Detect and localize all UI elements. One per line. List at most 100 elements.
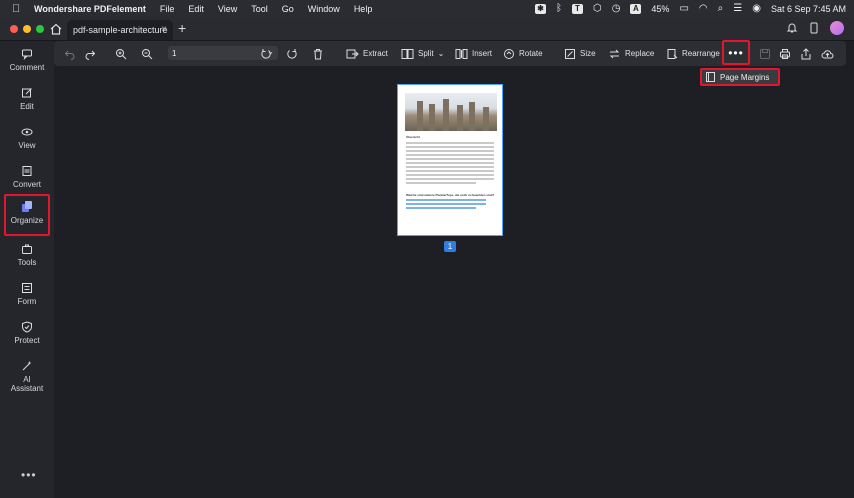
cloud-upload-button[interactable] [821,41,834,66]
rotate-left-button[interactable] [260,41,272,66]
left-sidebar: Comment Edit View Convert Organize Tools… [0,41,54,498]
menu-file[interactable]: File [160,4,175,14]
tab-close-icon[interactable]: × [161,24,167,35]
replace-icon [609,49,620,58]
new-tab-button[interactable]: + [178,20,186,36]
menu-view[interactable]: View [218,4,237,14]
sidebar-item-view[interactable]: View [4,126,50,162]
device-icon[interactable] [808,22,820,34]
sidebar-item-comment[interactable]: Comment [4,48,50,84]
extract-button[interactable]: Extract [346,41,388,66]
battery-percent: 45% [651,4,670,14]
tray-app-icon[interactable]: ✱ [534,4,546,14]
sidebar-item-label: Form [17,297,37,306]
minimize-window-button[interactable] [23,25,31,33]
user-avatar[interactable] [830,21,844,35]
view-icon [21,128,33,136]
sidebar-item-label-line2: Assistant [10,384,44,393]
delete-page-button[interactable] [312,41,324,66]
siri-icon[interactable]: ◉ [752,4,761,14]
sidebar-item-ai-assistant[interactable]: AI Assistant [4,360,50,406]
page-size-icon [565,48,575,59]
tab-title: pdf-sample-architecture [73,25,168,35]
menu-edit[interactable]: Edit [188,4,204,14]
replace-button[interactable]: Replace [608,41,654,66]
sidebar-item-tools[interactable]: Tools [4,243,50,279]
size-button[interactable]: Size [564,41,596,66]
insert-button[interactable]: Insert [455,41,492,66]
spotlight-search-icon[interactable]: ⌕ [718,4,724,14]
zoom-window-button[interactable] [36,25,44,33]
control-center-icon[interactable]: ☰ [733,4,742,14]
rotate-label: Rotate [519,49,543,58]
undo-button[interactable] [64,41,76,66]
insert-icon [455,48,468,59]
page-margins-icon [706,72,715,82]
form-icon [22,283,32,293]
status-tray: ✱ ᛒ T ⬡ ◷ A 45% ▭ ◠ ⌕ ☰ ◉ Sat 6 Sep 7:45… [534,0,846,18]
sidebar-item-label: Convert [12,180,41,189]
zoom-out-icon [142,48,153,59]
more-options-button[interactable]: ••• [722,40,750,65]
rearrange-icon [667,48,678,59]
macos-menu-bar:  Wondershare PDFelement File Edit View … [0,0,854,18]
rotate-right-button[interactable] [286,41,298,66]
save-button[interactable] [759,41,771,66]
sidebar-item-label: Comment [9,63,45,72]
edit-icon [22,88,32,98]
print-button[interactable] [779,41,791,66]
clock-icon[interactable]: ◷ [612,4,621,14]
menu-clock[interactable]: Sat 6 Sep 7:45 AM [771,4,846,14]
insert-label: Insert [472,49,493,58]
protect-icon [22,321,32,333]
organize-icon [21,201,32,212]
trash-icon [314,48,322,59]
sidebar-item-form[interactable]: Form [4,282,50,318]
tray-t-icon[interactable]: T [571,4,583,14]
notification-bell-icon[interactable] [786,22,798,34]
page-margins-menu-item[interactable]: Page Margins [700,68,780,86]
battery-icon[interactable]: ▭ [679,4,688,14]
sidebar-item-label: Tools [17,258,37,267]
rearrange-button[interactable]: Rearrange [666,41,720,66]
menu-go[interactable]: Go [282,4,294,14]
wifi-icon[interactable]: ◠ [699,4,708,14]
architecture-photo [405,93,497,131]
close-window-button[interactable] [10,25,18,33]
comment-icon [22,49,32,60]
menu-window[interactable]: Window [308,4,340,14]
sidebar-item-protect[interactable]: Protect [4,321,50,357]
more-dots-icon: ••• [728,45,744,60]
app-name-menu[interactable]: Wondershare PDFelement [34,4,146,14]
cloud-upload-icon [821,49,834,58]
zoom-out-button[interactable] [141,41,153,66]
sidebar-item-organize[interactable]: Organize [4,194,50,236]
zoom-in-icon [116,48,127,59]
menu-tool[interactable]: Tool [251,4,268,14]
save-icon [760,48,770,59]
share-icon [801,47,811,59]
rearrange-label: Rearrange [682,49,720,58]
split-button[interactable]: Split ⌄ [401,41,444,66]
page-thumbnail[interactable]: Übersicht Welche sind weitere Punkte/Top… [397,84,503,236]
extract-label: Extract [363,49,388,58]
bluetooth-icon[interactable]: ᛒ [556,4,562,14]
document-tab[interactable]: pdf-sample-architecture × [67,20,173,40]
share-button[interactable] [800,41,812,66]
home-icon[interactable] [49,22,63,36]
tab-bar: pdf-sample-architecture × + [0,18,854,41]
redo-button[interactable] [84,41,96,66]
ai-assistant-icon [22,361,32,371]
page-number-badge[interactable]: 1 [444,241,456,252]
dropbox-icon[interactable]: ⬡ [593,4,602,14]
apple-icon[interactable]:  [12,3,24,15]
zoom-in-button[interactable] [115,41,127,66]
organize-toolbar: 1 ⌄ Extract Split ⌄ Insert Rotate Size R… [54,40,846,66]
rotate-icon [504,48,514,59]
sidebar-item-edit[interactable]: Edit [4,87,50,123]
input-source-icon[interactable]: A [630,4,642,14]
menu-help[interactable]: Help [354,4,373,14]
rotate-button[interactable]: Rotate [503,41,543,66]
sidebar-more-button[interactable]: ••• [21,468,37,482]
rotate-right-icon [287,48,297,59]
